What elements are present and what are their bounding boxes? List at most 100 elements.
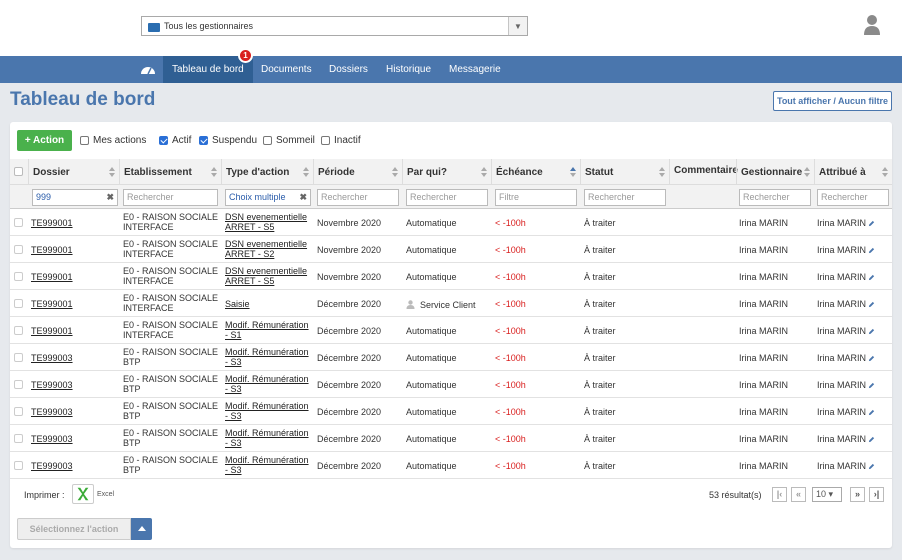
- row-checkbox[interactable]: [14, 218, 23, 227]
- row-checkbox[interactable]: [14, 380, 23, 389]
- attribue-cell[interactable]: Irina MARIN: [817, 461, 875, 471]
- filter-type-action-select[interactable]: Choix multiple ✖: [225, 189, 311, 206]
- checkbox-box[interactable]: [321, 136, 330, 145]
- row-checkbox[interactable]: [14, 326, 23, 335]
- pencil-icon[interactable]: [868, 301, 875, 308]
- pencil-icon[interactable]: [868, 274, 875, 281]
- dashboard-gauge-icon[interactable]: [140, 62, 156, 76]
- type-action-link[interactable]: Modif. Rémunération - S3: [225, 347, 309, 367]
- caret-up-icon[interactable]: [131, 518, 152, 540]
- type-action-link[interactable]: Modif. Rémunération - S1: [225, 320, 309, 340]
- type-action-link[interactable]: Modif. Rémunération - S3: [225, 455, 309, 475]
- checkbox-mes-actions[interactable]: Mes actions: [80, 135, 146, 146]
- type-action-link[interactable]: DSN evenementielle ARRET - S5: [225, 212, 307, 232]
- col-par-qui[interactable]: Par qui?: [402, 159, 491, 185]
- type-action-link[interactable]: DSN evenementielle ARRET - S2: [225, 239, 307, 259]
- page-size-select[interactable]: 10 ▾: [812, 487, 842, 502]
- row-checkbox[interactable]: [14, 299, 23, 308]
- col-etablissement[interactable]: Etablissement: [119, 159, 221, 185]
- nav-historique[interactable]: Historique: [377, 56, 440, 83]
- row-checkbox[interactable]: [14, 434, 23, 443]
- checkbox-actif[interactable]: Actif: [159, 135, 191, 146]
- excel-icon[interactable]: [72, 484, 94, 504]
- excel-label[interactable]: Excel: [97, 491, 114, 498]
- row-checkbox[interactable]: [14, 272, 23, 281]
- attribue-cell[interactable]: Irina MARIN: [817, 380, 875, 390]
- first-page-button[interactable]: |‹: [772, 487, 787, 502]
- attribue-cell[interactable]: Irina MARIN: [817, 353, 875, 363]
- row-checkbox[interactable]: [14, 461, 23, 470]
- table-row[interactable]: TE999003 E0 - RAISON SOCIALE BTP Modif. Rém…: [10, 425, 892, 452]
- prev-page-button[interactable]: «: [791, 487, 806, 502]
- filter-dossier-input[interactable]: 999 ✖: [32, 189, 118, 206]
- pencil-icon[interactable]: [868, 328, 875, 335]
- dossier-link[interactable]: TE999001: [31, 272, 73, 282]
- table-row[interactable]: TE999001 E0 - RAISON SOCIALE INTERFACE Sais…: [10, 290, 892, 317]
- pencil-icon[interactable]: [868, 247, 875, 254]
- col-type-action[interactable]: Type d'action: [221, 159, 313, 185]
- table-row[interactable]: TE999003 E0 - RAISON SOCIALE BTP Modif. Rém…: [10, 344, 892, 371]
- dossier-link[interactable]: TE999001: [31, 299, 73, 309]
- pencil-icon[interactable]: [868, 220, 875, 227]
- row-checkbox[interactable]: [14, 245, 23, 254]
- pencil-icon[interactable]: [868, 436, 875, 443]
- col-attribue[interactable]: Attribué à: [814, 159, 892, 185]
- pencil-icon[interactable]: [868, 355, 875, 362]
- attribue-cell[interactable]: Irina MARIN: [817, 407, 875, 417]
- type-action-link[interactable]: Modif. Rémunération - S3: [225, 428, 309, 448]
- attribue-cell[interactable]: Irina MARIN: [817, 326, 875, 336]
- col-dossier[interactable]: Dossier: [28, 159, 119, 185]
- filter-attribue-input[interactable]: Rechercher: [817, 189, 889, 206]
- pencil-icon[interactable]: [868, 409, 875, 416]
- nav-messagerie[interactable]: Messagerie: [440, 56, 510, 83]
- attribue-cell[interactable]: Irina MARIN: [817, 299, 875, 309]
- pencil-icon[interactable]: [868, 463, 875, 470]
- select-action-button[interactable]: Sélectionnez l'action: [17, 518, 131, 540]
- type-action-link[interactable]: DSN evenementielle ARRET - S5: [225, 266, 307, 286]
- attribue-cell[interactable]: Irina MARIN: [817, 434, 875, 444]
- checkbox-inactif[interactable]: Inactif: [321, 135, 361, 146]
- type-action-link[interactable]: Saisie: [225, 299, 250, 309]
- row-checkbox[interactable]: [14, 407, 23, 416]
- checkbox-sommeil[interactable]: Sommeil: [263, 135, 315, 146]
- show-all-filter-button[interactable]: Tout afficher / Aucun filtre: [773, 91, 892, 111]
- filter-echeance-input[interactable]: Filtre: [495, 189, 577, 206]
- nav-dossiers[interactable]: Dossiers: [320, 56, 377, 83]
- table-row[interactable]: TE999003 E0 - RAISON SOCIALE BTP Modif. Rém…: [10, 398, 892, 425]
- last-page-button[interactable]: ›|: [869, 487, 884, 502]
- type-action-link[interactable]: Modif. Rémunération - S3: [225, 401, 309, 421]
- checkbox-suspendu[interactable]: Suspendu: [199, 135, 257, 146]
- table-row[interactable]: TE999001 E0 - RAISON SOCIALE INTERFACE DSN …: [10, 236, 892, 263]
- filter-periode-input[interactable]: Rechercher: [317, 189, 399, 206]
- dossier-link[interactable]: TE999003: [31, 353, 73, 363]
- filter-gestionnaire-input[interactable]: Rechercher: [739, 189, 811, 206]
- chevron-down-icon[interactable]: ▼: [508, 17, 527, 35]
- attribue-cell[interactable]: Irina MARIN: [817, 245, 875, 255]
- dossier-link[interactable]: TE999001: [31, 218, 73, 228]
- user-icon[interactable]: [863, 14, 881, 36]
- nav-documents[interactable]: Documents: [252, 56, 321, 83]
- pencil-icon[interactable]: [868, 382, 875, 389]
- col-gestionnaire[interactable]: Gestionnaire: [736, 159, 814, 185]
- add-action-button[interactable]: + Action: [17, 130, 72, 151]
- checkbox-box[interactable]: [263, 136, 272, 145]
- filter-par-qui-input[interactable]: Rechercher: [406, 189, 488, 206]
- select-all-checkbox[interactable]: [14, 167, 23, 176]
- table-row[interactable]: TE999001 E0 - RAISON SOCIALE INTERFACE DSN …: [10, 209, 892, 236]
- gestionnaire-select[interactable]: Tous les gestionnaires ▼: [141, 16, 528, 36]
- col-periode[interactable]: Période: [313, 159, 402, 185]
- table-row[interactable]: TE999001 E0 - RAISON SOCIALE INTERFACE Modi…: [10, 317, 892, 344]
- attribue-cell[interactable]: Irina MARIN: [817, 218, 875, 228]
- table-row[interactable]: TE999003 E0 - RAISON SOCIALE BTP Modif. Rém…: [10, 371, 892, 398]
- dossier-link[interactable]: TE999003: [31, 461, 73, 471]
- dossier-link[interactable]: TE999001: [31, 326, 73, 336]
- dossier-link[interactable]: TE999003: [31, 407, 73, 417]
- checkbox-box[interactable]: [159, 136, 168, 145]
- table-row[interactable]: TE999003 E0 - RAISON SOCIALE BTP Modif. Rém…: [10, 452, 892, 479]
- dossier-link[interactable]: TE999003: [31, 380, 73, 390]
- next-page-button[interactable]: »: [850, 487, 865, 502]
- row-checkbox[interactable]: [14, 353, 23, 362]
- filter-statut-input[interactable]: Rechercher: [584, 189, 666, 206]
- checkbox-box[interactable]: [80, 136, 89, 145]
- col-echeance[interactable]: Échéance: [491, 159, 580, 185]
